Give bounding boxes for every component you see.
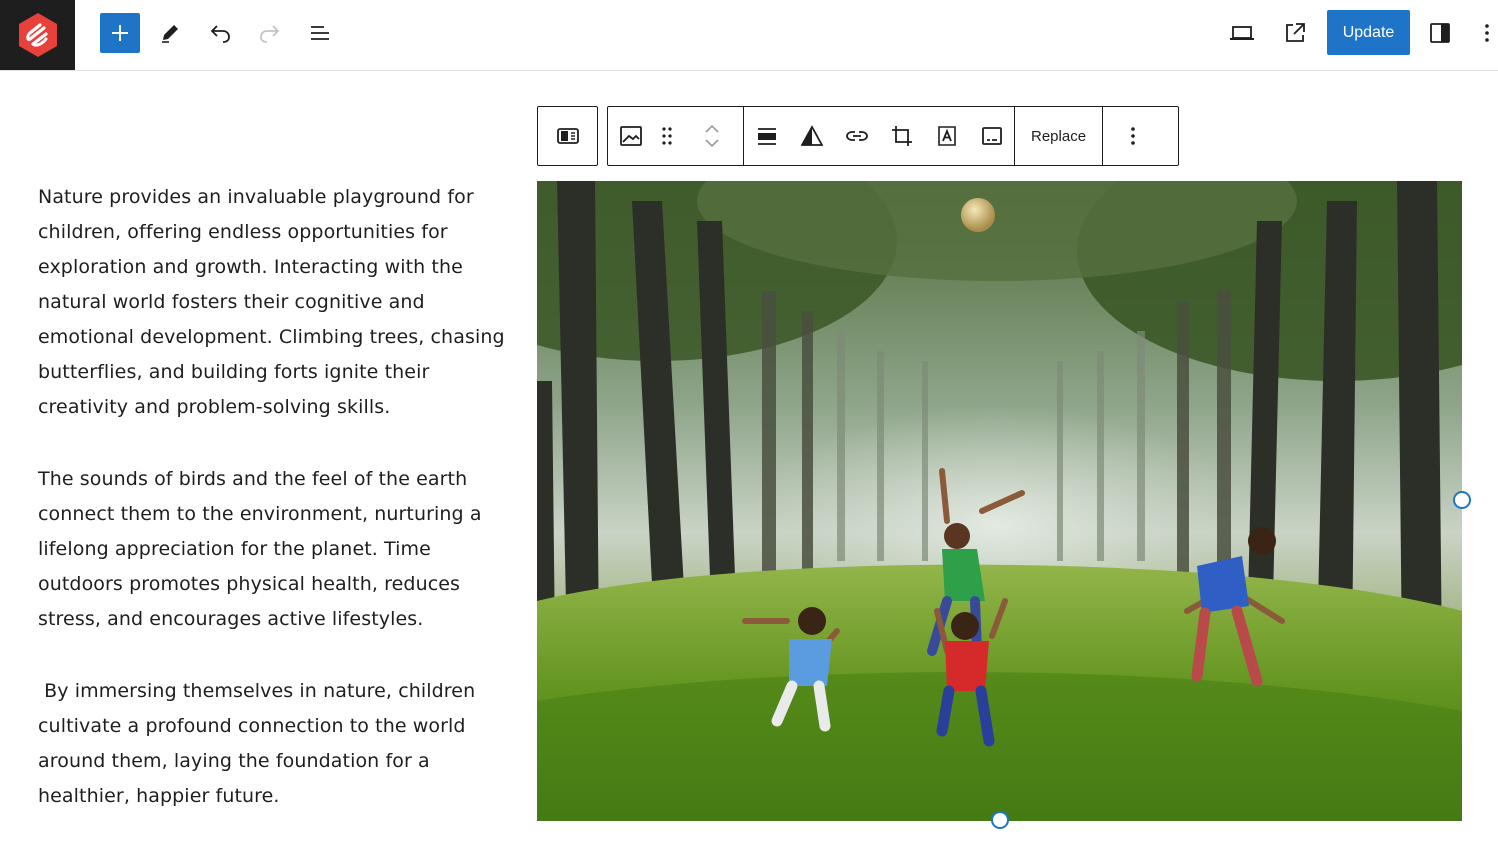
external-link-icon (1283, 21, 1307, 45)
align-icon (756, 125, 778, 147)
site-logo-icon (16, 11, 60, 59)
block-tools-group (744, 107, 1015, 165)
settings-sidebar-button[interactable] (1420, 12, 1460, 54)
paragraph-1[interactable]: Nature provides an invaluable playground… (38, 180, 508, 425)
block-options-button[interactable] (1103, 107, 1163, 165)
text-overlay-button[interactable] (924, 107, 969, 165)
media-image[interactable] (537, 181, 1462, 821)
desktop-preview-icon (1229, 22, 1255, 44)
pencil-icon (159, 22, 181, 44)
chevron-down-icon[interactable] (703, 136, 721, 150)
chevron-up-icon[interactable] (703, 122, 721, 136)
block-toolbar: Replace (607, 106, 1179, 166)
resize-handle-bottom[interactable] (991, 811, 1009, 829)
crop-icon (891, 125, 913, 147)
drag-handle-icon (661, 126, 673, 146)
block-type-button[interactable] (608, 107, 653, 165)
site-logo[interactable] (0, 0, 75, 70)
editor-header: Update (0, 0, 1498, 71)
drag-button[interactable] (653, 107, 681, 165)
paragraph-3[interactable]: By immersing themselves in nature, child… (38, 674, 508, 814)
link-icon (845, 127, 869, 145)
list-view-icon (308, 22, 332, 44)
replace-group: Replace (1015, 107, 1104, 165)
undo-icon (208, 22, 232, 44)
document-overview-button[interactable] (300, 12, 340, 54)
redo-icon (258, 22, 282, 44)
select-parent-block-button[interactable] (537, 106, 598, 166)
undo-button[interactable] (200, 12, 240, 54)
block-switcher-group (608, 107, 744, 165)
replace-button[interactable]: Replace (1015, 107, 1102, 165)
plus-icon (109, 22, 131, 44)
kebab-menu-icon (1484, 22, 1490, 44)
block-options-group (1103, 107, 1163, 165)
duotone-button[interactable] (789, 107, 834, 165)
options-menu-button[interactable] (1472, 12, 1498, 54)
sidebar-toggle-icon (1428, 21, 1452, 45)
move-buttons (681, 107, 743, 165)
duotone-icon (800, 125, 823, 147)
align-button[interactable] (744, 107, 789, 165)
resize-handle-right[interactable] (1453, 491, 1471, 509)
kebab-menu-icon (1130, 125, 1136, 147)
image-icon (619, 124, 643, 148)
preview-button[interactable] (1222, 12, 1262, 54)
tools-button[interactable] (150, 12, 190, 54)
forest-photo (537, 181, 1462, 821)
media-text-icon (556, 125, 580, 147)
text-overlay-icon (936, 125, 958, 147)
add-block-button[interactable] (100, 13, 140, 53)
paragraph-2[interactable]: The sounds of birds and the feel of the … (38, 462, 508, 637)
media-text-content[interactable]: Nature provides an invaluable playground… (38, 180, 508, 851)
caption-icon (981, 125, 1003, 147)
link-button[interactable] (834, 107, 879, 165)
caption-button[interactable] (969, 107, 1014, 165)
crop-button[interactable] (879, 107, 924, 165)
update-button[interactable]: Update (1327, 10, 1410, 55)
view-post-button[interactable] (1275, 12, 1315, 54)
redo-button[interactable] (250, 12, 290, 54)
